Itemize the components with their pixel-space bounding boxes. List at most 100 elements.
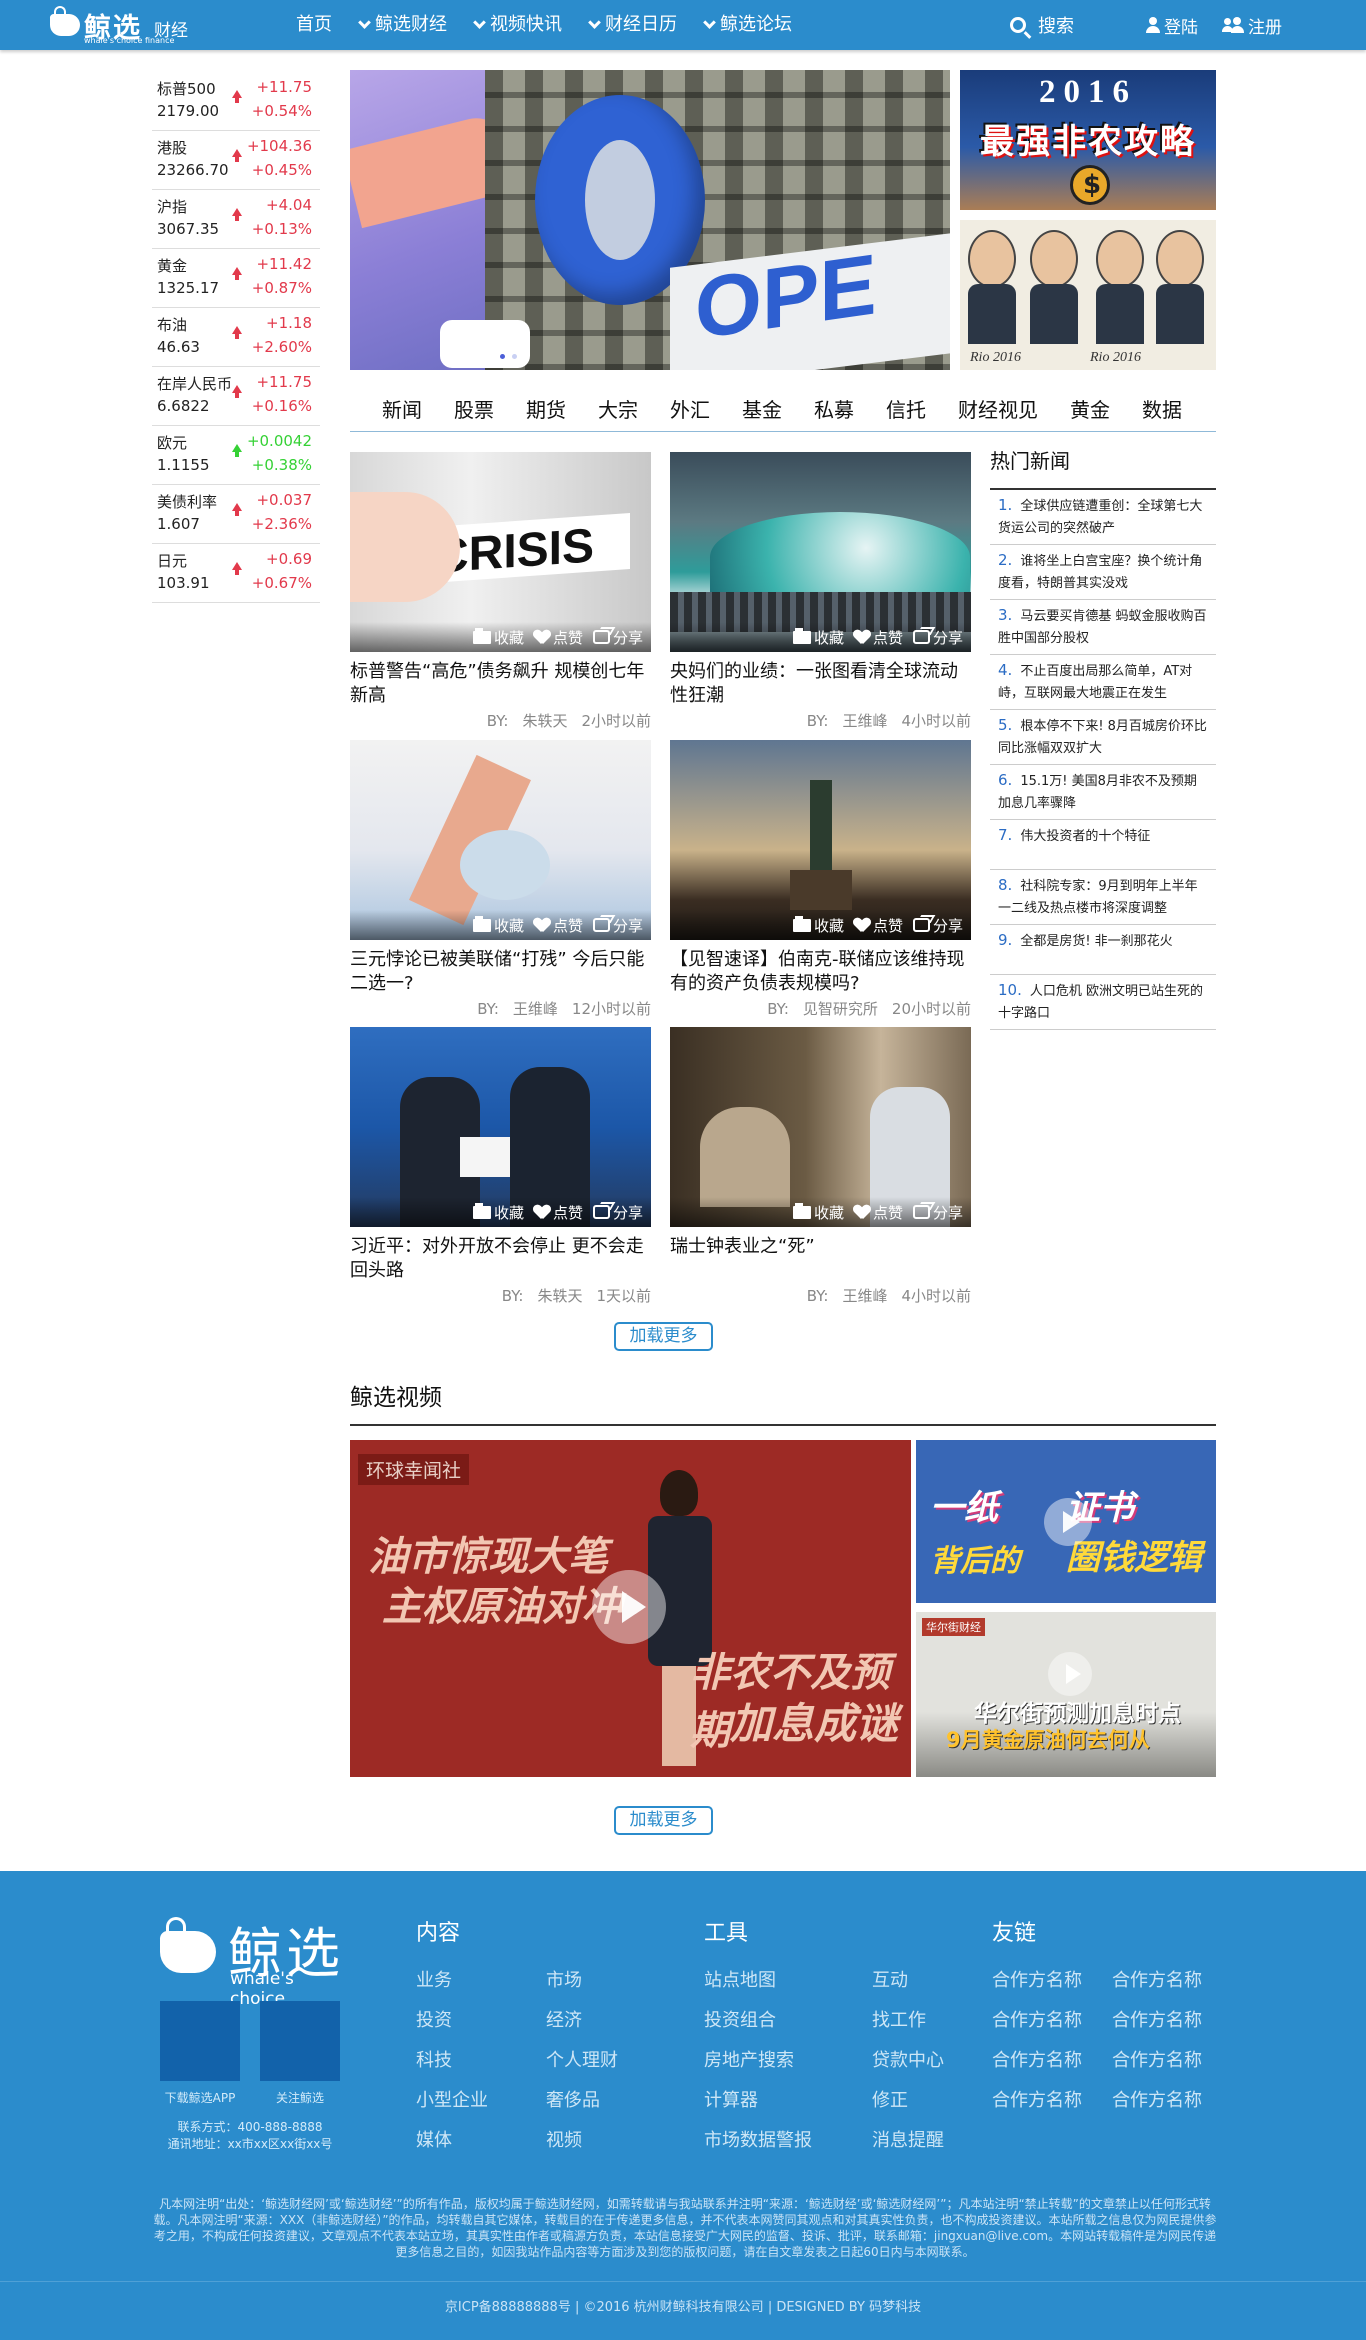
article-image[interactable]: CRISIS 收藏 点赞 分享 [350, 452, 651, 652]
stock-row[interactable]: 美债利率 1.607 +0.037 +2.36% [152, 485, 320, 544]
hot-news-item[interactable]: 8. 社科院专家：9月到明年上半年 一二线及热点楼市将深度调整 [990, 870, 1216, 925]
article-author[interactable]: 王维峰 [842, 712, 887, 730]
stock-row[interactable]: 黄金 1325.17 +11.42 +0.87% [152, 249, 320, 308]
promo-rio[interactable]: Rio 2016 Rio 2016 [960, 220, 1216, 370]
collect-button[interactable]: 收藏 [792, 915, 844, 936]
nav-item-video-news[interactable]: 视频快讯 [469, 0, 562, 50]
footer-link[interactable]: 媒体 [416, 2126, 452, 2152]
footer-link[interactable]: 经济 [546, 2006, 582, 2032]
article-author[interactable]: 王维峰 [842, 1287, 887, 1305]
footer-link[interactable]: 投资组合 [704, 2006, 776, 2032]
like-button[interactable]: 点赞 [534, 1202, 583, 1223]
footer-link[interactable]: 合作方名称 [992, 2046, 1082, 2072]
stock-row[interactable]: 布油 46.63 +1.18 +2.60% [152, 308, 320, 367]
load-more-articles-button[interactable]: 加载更多 [614, 1322, 713, 1351]
load-more-videos-button[interactable]: 加载更多 [614, 1806, 713, 1835]
share-button[interactable]: 分享 [592, 915, 643, 936]
hot-news-item[interactable]: 3. 马云要买肯德基 蚂蚁金服收购百胜中国部分股权 [990, 600, 1216, 655]
share-button[interactable]: 分享 [912, 627, 963, 648]
hot-news-item[interactable]: 6. 15.1万! 美国8月非农不及预期 加息几率骤降 [990, 765, 1216, 820]
category-tab[interactable]: 大宗 [598, 392, 638, 431]
video-thumb-gold-oil[interactable]: 华尔街财经 华尔街预测加息时点 9月黄金原油何去何从 [916, 1612, 1216, 1777]
category-tab[interactable]: 黄金 [1070, 392, 1110, 431]
hot-news-item[interactable]: 1. 全球供应链遭重创：全球第七大货运公司的突然破产 [990, 490, 1216, 545]
article-title[interactable]: 央妈们的业绩：一张图看清全球流动性狂潮 [670, 660, 971, 708]
category-tab[interactable]: 基金 [742, 392, 782, 431]
category-tab[interactable]: 股票 [454, 392, 494, 431]
nav-item-home[interactable]: 首页 [296, 0, 332, 50]
article-card[interactable]: 收藏 点赞 分享 习近平：对外开放不会停止 更不会走回头路 BY: 朱轶天 1天以前 [350, 1027, 651, 1306]
category-tab[interactable]: 外汇 [670, 392, 710, 431]
article-image[interactable]: 收藏 点赞 分享 [670, 452, 971, 652]
video-main[interactable]: 环球幸闻社 油市惊现大笔 主权原油对冲 非农不及预期 加息成谜 [350, 1440, 911, 1777]
footer-link[interactable]: 合作方名称 [1112, 1966, 1202, 1992]
category-tab[interactable]: 私募 [814, 392, 854, 431]
category-tab[interactable]: 数据 [1142, 392, 1182, 431]
footer-link[interactable]: 视频 [546, 2126, 582, 2152]
footer-link[interactable]: 房地产搜索 [704, 2046, 794, 2072]
like-button[interactable]: 点赞 [534, 915, 583, 936]
article-title[interactable]: 标普警告“高危”债务飙升 规模创七年新高 [350, 660, 651, 708]
article-card[interactable]: CRISIS 收藏 点赞 分享 标普警告“高危”债务飙升 规模创七年新高 BY: 朱轶天 2小… [350, 452, 651, 731]
article-author[interactable]: 见智研究所 [803, 1000, 878, 1018]
register-button[interactable]: 注册 [1222, 0, 1282, 50]
article-image[interactable]: 收藏 点赞 分享 [670, 1027, 971, 1227]
footer-link[interactable]: 奢侈品 [546, 2086, 600, 2112]
article-card[interactable]: 收藏 点赞 分享 瑞士钟表业之“死” BY: 王维峰 4小时以前 [670, 1027, 971, 1306]
hot-news-item[interactable]: 2. 谁将坐上白宫宝座？换个统计角度看，特朗普其实没戏 [990, 545, 1216, 600]
hot-news-item[interactable]: 4. 不止百度出局那么简单，AT对峙，互联网最大地震正在发生 [990, 655, 1216, 710]
banner-carousel[interactable]: OPE [350, 70, 950, 370]
play-icon[interactable] [1044, 1498, 1092, 1546]
nav-item-finance[interactable]: 鲸选财经 [354, 0, 447, 50]
footer-link[interactable]: 找工作 [872, 2006, 926, 2032]
collect-button[interactable]: 收藏 [472, 627, 524, 648]
footer-link[interactable]: 修正 [872, 2086, 908, 2112]
stock-row[interactable]: 日元 103.91 +0.69 +0.67% [152, 544, 320, 603]
article-author[interactable]: 朱轶天 [537, 1287, 582, 1305]
category-tab[interactable]: 财经视见 [958, 392, 1038, 431]
footer-link[interactable]: 科技 [416, 2046, 452, 2072]
article-card[interactable]: 收藏 点赞 分享 【见智速译】伯南克-联储应该维持现有的资产负债表规模吗? BY: 见智研… [670, 740, 971, 1019]
collect-button[interactable]: 收藏 [472, 915, 524, 936]
footer-link[interactable]: 计算器 [704, 2086, 758, 2112]
article-author[interactable]: 王维峰 [513, 1000, 558, 1018]
stock-row[interactable]: 沪指 3067.35 +4.04 +0.13% [152, 190, 320, 249]
footer-link[interactable]: 消息提醒 [872, 2126, 944, 2152]
article-title[interactable]: 习近平：对外开放不会停止 更不会走回头路 [350, 1235, 651, 1283]
footer-link[interactable]: 合作方名称 [1112, 2046, 1202, 2072]
collect-button[interactable]: 收藏 [792, 1202, 844, 1223]
site-logo[interactable]: 鲸选 财经 whale's choice finance [50, 6, 200, 45]
footer-link[interactable]: 市场 [546, 1966, 582, 1992]
like-button[interactable]: 点赞 [854, 915, 903, 936]
footer-link[interactable]: 合作方名称 [1112, 2006, 1202, 2032]
like-button[interactable]: 点赞 [854, 1202, 903, 1223]
share-button[interactable]: 分享 [912, 915, 963, 936]
article-image[interactable]: 收藏 点赞 分享 [350, 740, 651, 940]
footer-link[interactable]: 业务 [416, 1966, 452, 1992]
login-button[interactable]: 登陆 [1146, 0, 1198, 50]
stock-row[interactable]: 欧元 1.1155 +0.0042 +0.38% [152, 426, 320, 485]
collect-button[interactable]: 收藏 [472, 1202, 524, 1223]
share-button[interactable]: 分享 [592, 1202, 643, 1223]
footer-link[interactable]: 个人理财 [546, 2046, 618, 2072]
article-image[interactable]: 收藏 点赞 分享 [670, 740, 971, 940]
stock-row[interactable]: 在岸人民币 6.6822 +11.75 +0.16% [152, 367, 320, 426]
article-author[interactable]: 朱轶天 [522, 712, 567, 730]
like-button[interactable]: 点赞 [854, 627, 903, 648]
hot-news-item[interactable]: 9. 全都是房货! 非一刹那花火 [990, 925, 1216, 975]
search-button[interactable]: 搜索 [1010, 0, 1074, 50]
category-tab[interactable]: 新闻 [382, 392, 422, 431]
article-image[interactable]: 收藏 点赞 分享 [350, 1027, 651, 1227]
footer-link[interactable]: 投资 [416, 2006, 452, 2032]
category-tab[interactable]: 信托 [886, 392, 926, 431]
collect-button[interactable]: 收藏 [792, 627, 844, 648]
share-button[interactable]: 分享 [592, 627, 643, 648]
footer-link[interactable]: 站点地图 [704, 1966, 776, 1992]
footer-link[interactable]: 贷款中心 [872, 2046, 944, 2072]
play-icon[interactable] [592, 1570, 666, 1644]
hot-news-item[interactable]: 7. 伟大投资者的十个特征 [990, 820, 1216, 870]
footer-link[interactable]: 合作方名称 [992, 2006, 1082, 2032]
hot-news-item[interactable]: 10. 人口危机 欧洲文明已站生死的十字路口 [990, 975, 1216, 1030]
stock-row[interactable]: 标普500 2179.00 +11.75 +0.54% [152, 72, 320, 131]
footer-link[interactable]: 小型企业 [416, 2086, 488, 2112]
